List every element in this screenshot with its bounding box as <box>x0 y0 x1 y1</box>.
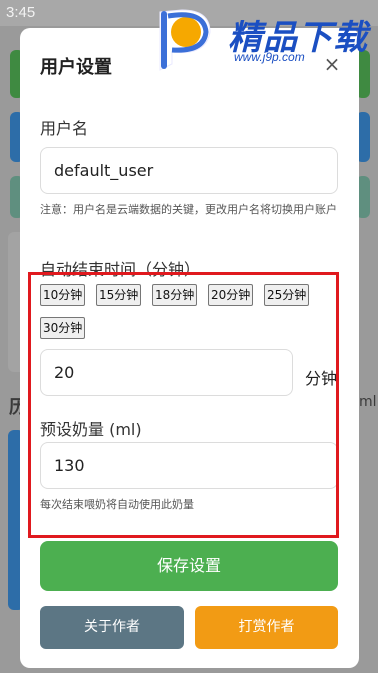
username-label: 用户名 <box>40 119 89 138</box>
watermark-logo-icon <box>159 9 211 71</box>
background-unit-label: ml <box>359 394 377 410</box>
save-settings-button[interactable]: 保存设置 <box>40 541 338 591</box>
watermark: 精品下载 www.j9p.com <box>150 2 378 78</box>
tip-author-button[interactable]: 打赏作者 <box>195 606 338 649</box>
status-time: 3:45 <box>6 4 36 21</box>
username-input[interactable]: default_user <box>40 147 338 194</box>
about-author-button[interactable]: 关于作者 <box>40 606 184 649</box>
highlight-box <box>28 272 339 538</box>
username-hint: 注意：用户名是云端数据的关键，更改用户名将切换用户账户 <box>40 203 337 216</box>
watermark-url: www.j9p.com <box>234 50 305 64</box>
dialog-title: 用户设置 <box>40 57 112 78</box>
